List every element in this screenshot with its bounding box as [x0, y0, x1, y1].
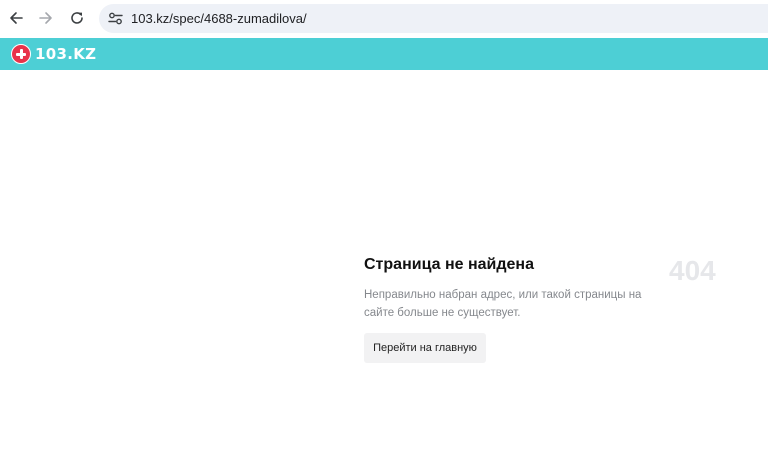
reload-button[interactable] — [66, 7, 88, 29]
page-title: Страница не найдена — [364, 256, 534, 273]
logo-text[interactable]: 103.KZ — [35, 44, 96, 64]
error-code: 404 — [669, 255, 716, 286]
go-home-button[interactable]: Перейти на главную — [364, 333, 486, 363]
arrow-right-icon — [39, 12, 52, 24]
browser-toolbar: 103.kz/spec/4688-zumadilova/ — [0, 0, 768, 39]
site-header: 103.KZ — [0, 38, 768, 70]
arrow-left-icon — [10, 12, 23, 24]
url-text[interactable]: 103.kz/spec/4688-zumadilova/ — [131, 10, 307, 27]
back-button[interactable] — [5, 7, 27, 29]
logo-cross-icon[interactable] — [11, 44, 31, 64]
address-bar[interactable]: 103.kz/spec/4688-zumadilova/ — [99, 4, 768, 33]
tune-icon[interactable] — [107, 10, 124, 27]
forward-button[interactable] — [35, 7, 57, 29]
reload-icon — [71, 12, 83, 24]
error-description: Неправильно набран адрес, или такой стра… — [364, 289, 642, 319]
